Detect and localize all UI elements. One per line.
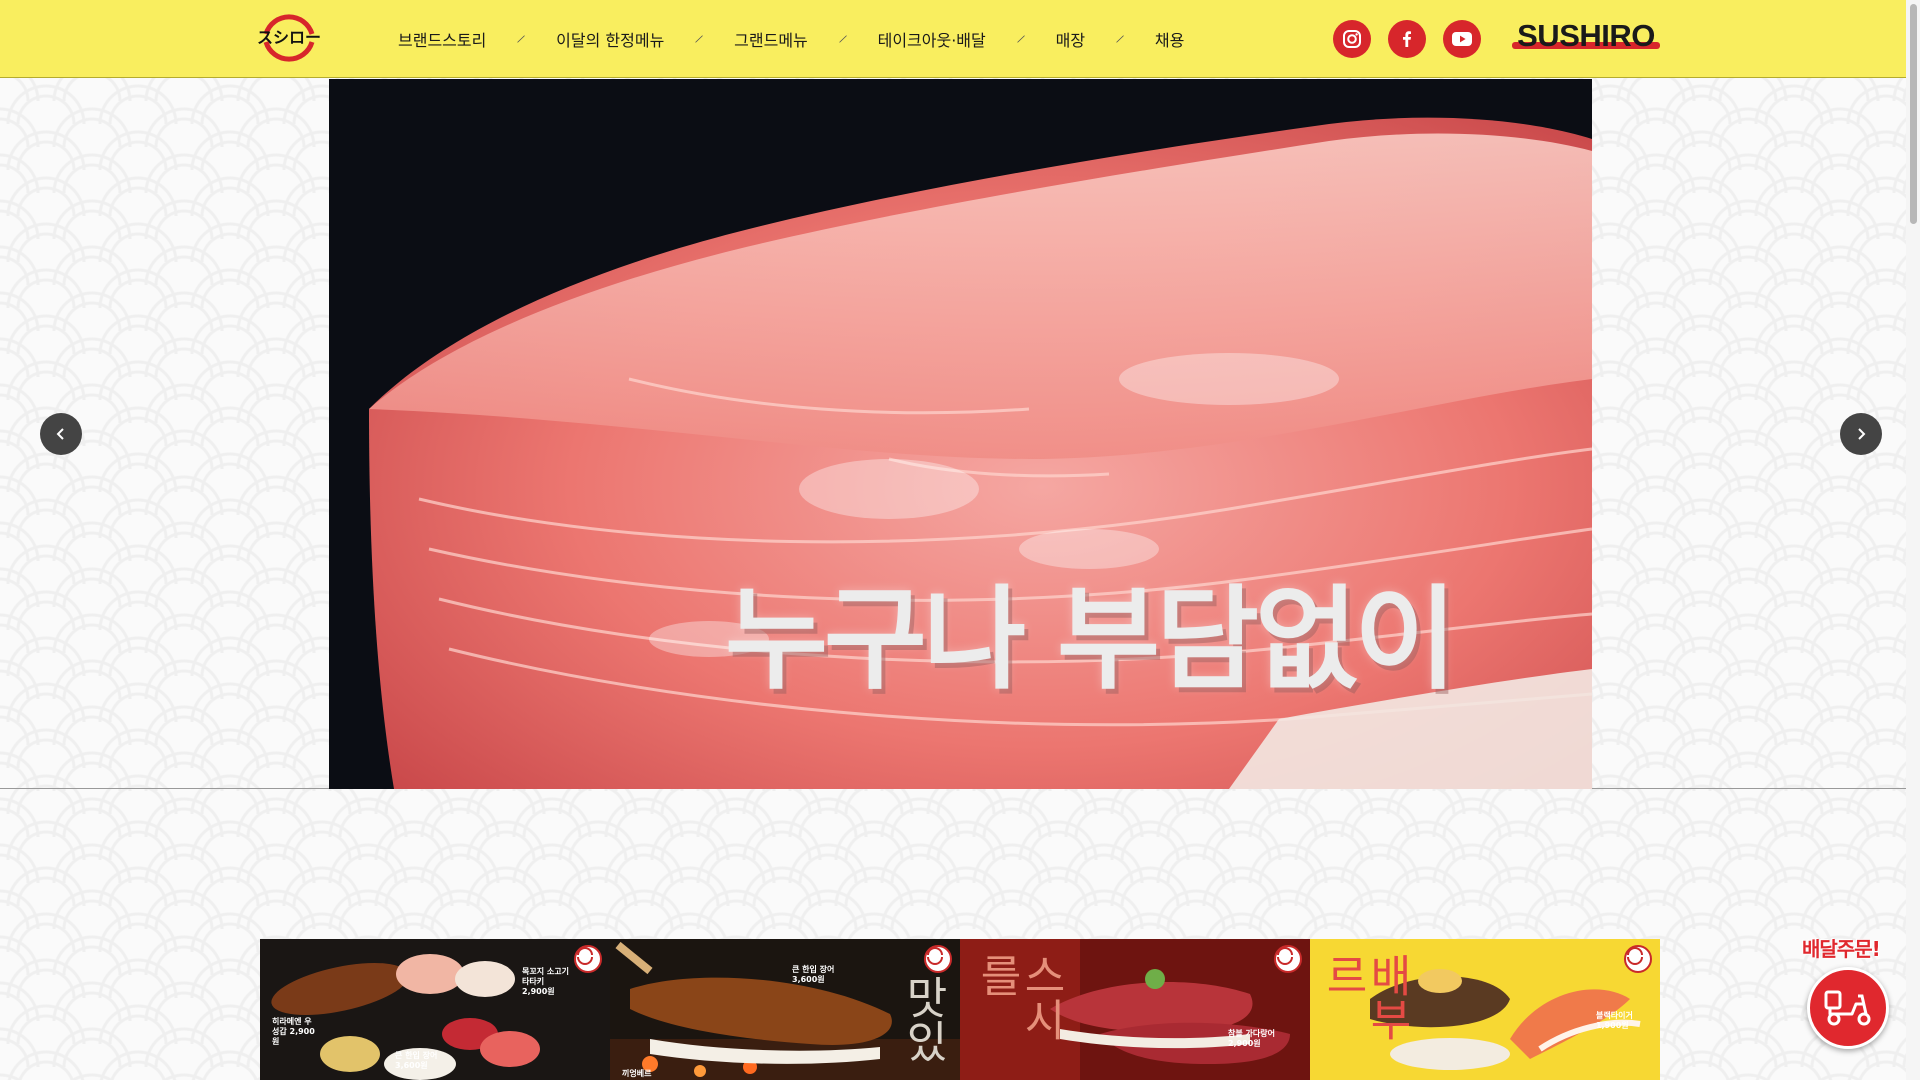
nav-separator: ⁄ [1117,32,1123,46]
youtube-icon [1452,32,1472,46]
main-nav: 브랜드스토리 ⁄ 이달의 한정메뉴 ⁄ 그랜드메뉴 ⁄ 테이크아웃·배달 ⁄ 매… [398,0,1184,78]
instagram-button[interactable] [1333,20,1371,58]
nav-recruit[interactable]: 채용 [1155,27,1184,51]
sushiro-badge-icon [1624,945,1652,973]
nav-takeout-delivery[interactable]: 테이크아웃·배달 [878,27,986,51]
sushiro-logo[interactable]: スシロー [258,9,320,67]
price-tag: 참볼 가다랑어 2,900원 [1228,1029,1275,1048]
delivery-order-button[interactable] [1807,967,1889,1049]
nav-separator: ⁄ [518,32,524,46]
delivery-scooter-icon [1824,990,1871,1026]
hero-slide[interactable]: 누구나 부담없이 [329,79,1592,789]
sushiro-badge-icon [1274,945,1302,973]
delivery-order-label: 배달주문! [1802,937,1881,961]
price-tag: 히라메엔 우성갑 2,900원 [272,1017,315,1046]
nav-monthly-menu[interactable]: 이달의 한정메뉴 [556,27,664,51]
svg-text:スシロー: スシロー [258,28,320,47]
logo-mark-icon: スシロー [258,14,320,62]
price-tag: 목꼬지 소고기 타타키 2,900원 [522,967,569,996]
chevron-right-icon [1858,428,1866,440]
sushiro-wordmark[interactable]: SUSHIRO [1510,16,1662,60]
facebook-button[interactable] [1388,20,1426,58]
nav-grand-menu[interactable]: 그랜드메뉴 [734,27,808,51]
scrollbar-thumb[interactable] [1910,4,1917,224]
promo-card[interactable]: 블랙타이거 1,900원 배부르 [1310,939,1660,1080]
card-vertical-text: 맛있 [897,975,948,1063]
sushiro-badge-icon [924,945,952,973]
next-slide-button[interactable] [1840,413,1882,455]
nav-separator: ⁄ [1018,32,1024,46]
hero-caption: 누구나 부담없이 [724,575,1457,705]
price-tag: 끼엉베르 [622,1069,652,1078]
svg-text:SUSHIRO: SUSHIRO [1517,18,1655,53]
prev-slide-button[interactable] [40,413,82,455]
card-vertical-text: 배부르 [1317,953,1412,1041]
nav-separator: ⁄ [840,32,846,46]
site-header: スシロー 브랜드스토리 ⁄ 이달의 한정메뉴 ⁄ 그랜드메뉴 ⁄ 테이크아웃·배… [0,0,1920,78]
sushiro-wordmark-logo: SUSHIRO [1512,18,1660,53]
price-tag: 큰 한입 장어 3,600원 [395,1051,438,1070]
promo-card[interactable]: 큰 한입 장어 3,600원 끼엉베르 맛있 [610,939,960,1080]
sushiro-badge-icon [574,945,602,973]
price-tag: 큰 한입 장어 3,600원 [792,965,835,984]
promo-card[interactable]: 참볼 가다랑어 2,900원 스시를 [960,939,1310,1080]
instagram-icon [1343,30,1361,48]
promo-card[interactable]: 목꼬지 소고기 타타키 2,900원 히라메엔 우성갑 2,900원 큰 한입 … [260,939,610,1080]
nav-separator: ⁄ [696,32,702,46]
promo-cards: 목꼬지 소고기 타타키 2,900원 히라메엔 우성갑 2,900원 큰 한입 … [260,939,1660,1080]
price-tag: 블랙타이거 1,900원 [1596,1011,1633,1030]
nav-stores[interactable]: 매장 [1056,27,1085,51]
nav-brand-story[interactable]: 브랜드스토리 [398,27,486,51]
facebook-icon [1403,31,1411,47]
card-vertical-text: 스시를 [971,953,1066,1041]
youtube-button[interactable] [1443,20,1481,58]
page-scrollbar[interactable] [1906,0,1920,1080]
chevron-left-icon [56,428,64,440]
